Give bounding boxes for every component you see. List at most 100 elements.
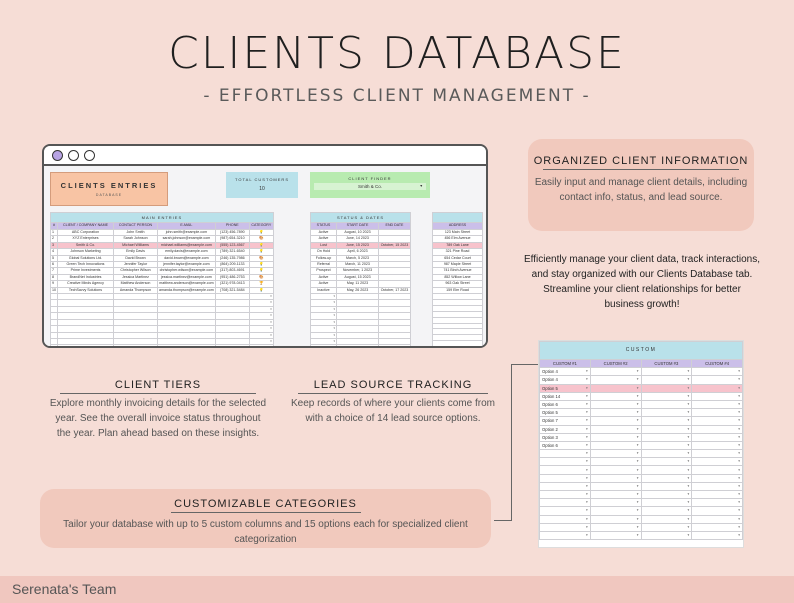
table-cell[interactable]: ▾ <box>589 506 642 516</box>
dropdown-arrow-icon[interactable]: ▾ <box>687 385 689 392</box>
table-cell[interactable]: ▾ <box>589 416 642 426</box>
table-cell[interactable]: ▾ <box>640 449 693 459</box>
window-dot-icon[interactable] <box>84 149 95 161</box>
table-cell[interactable]: ▾ <box>691 408 743 418</box>
dropdown-arrow-icon[interactable]: ▾ <box>637 467 639 474</box>
dropdown-arrow-icon[interactable]: ▾ <box>586 409 588 416</box>
table-cell[interactable]: ▾ <box>589 473 642 483</box>
table-cell[interactable]: Option 6 ▾ <box>539 399 591 410</box>
dropdown-arrow-icon[interactable]: ▾ <box>738 458 740 465</box>
table-cell[interactable]: ▾ <box>589 489 642 500</box>
table-row[interactable]: Option 14 ▾ ▾ ▾ ▾ <box>539 391 743 401</box>
dropdown-arrow-icon[interactable]: ▾ <box>586 426 588 433</box>
dropdown-arrow-icon[interactable]: ▾ <box>637 507 639 514</box>
table-cell[interactable]: ▾ <box>589 465 642 475</box>
table-row[interactable]: ▾ ▾ ▾ ▾ <box>539 449 743 459</box>
table-cell[interactable]: emily.davis@example.com <box>157 248 216 256</box>
table-cell[interactable]: ▾ <box>539 457 591 467</box>
table-cell[interactable]: ▾ <box>640 367 693 377</box>
dropdown-arrow-icon[interactable]: ▾ <box>687 499 689 506</box>
dropdown-arrow-icon[interactable]: ▾ <box>687 507 689 514</box>
dropdown-arrow-icon[interactable]: ▾ <box>586 368 588 375</box>
dropdown-arrow-icon[interactable]: ▾ <box>687 450 689 457</box>
dropdown-arrow-icon[interactable]: ▾ <box>637 491 639 498</box>
dropdown-arrow-icon[interactable]: ▾ <box>738 450 740 457</box>
table-cell[interactable]: October, 17 2023 <box>378 286 411 295</box>
dropdown-arrow-icon[interactable]: ▾ <box>586 475 588 482</box>
dropdown-arrow-icon[interactable]: ▾ <box>687 434 689 441</box>
table-cell[interactable]: ▾ <box>640 473 693 483</box>
dropdown-arrow-icon[interactable]: ▾ <box>637 401 639 408</box>
table-row[interactable]: ▾ ▾ ▾ ▾ <box>539 481 743 492</box>
table-cell[interactable]: (789) 321-6540 <box>214 248 250 256</box>
dropdown-arrow-icon[interactable]: ▾ <box>687 393 689 400</box>
dropdown-arrow-icon[interactable]: ▾ <box>687 516 689 523</box>
table-cell[interactable] <box>378 344 411 346</box>
table-cell[interactable]: ▾ <box>640 522 693 532</box>
table-row[interactable]: Option 5 ▾ ▾ ▾ ▾ <box>539 383 743 393</box>
table-cell[interactable]: ▾ <box>640 383 693 393</box>
dropdown-arrow-icon[interactable]: ▾ <box>738 532 740 539</box>
table-cell[interactable] <box>433 347 483 348</box>
table-row[interactable]: 7 Prime Investments Christopher Wilson chri… <box>50 267 274 275</box>
table-cell[interactable]: jessica.martinez@example.com <box>157 273 216 282</box>
table-cell[interactable]: ▾ <box>589 399 642 410</box>
dropdown-arrow-icon[interactable]: ▾ <box>637 458 639 465</box>
window-dot-icon[interactable] <box>52 149 63 161</box>
table-cell[interactable]: ▾ <box>640 465 693 475</box>
dropdown-arrow-icon[interactable]: ▾ <box>637 524 639 531</box>
table-cell[interactable]: jennifer.taylor@example.com <box>157 260 216 269</box>
window-dot-icon[interactable] <box>68 149 79 161</box>
table-cell[interactable]: Amanda Thompson <box>113 286 158 295</box>
table-cell[interactable]: ▾ <box>691 391 743 401</box>
dropdown-arrow-icon[interactable]: ▾ <box>687 417 689 424</box>
table-row[interactable]: Inactive May, 26 2023 October, 17 2023 <box>310 286 411 295</box>
dropdown-arrow-icon[interactable]: ▾ <box>637 376 639 383</box>
dropdown-arrow-icon[interactable]: ▾ <box>687 376 689 383</box>
table-cell[interactable]: ▾ <box>640 514 693 524</box>
table-cell[interactable]: Option 2 ▾ <box>539 424 591 434</box>
table-cell[interactable]: ▾ <box>691 530 743 541</box>
dropdown-arrow-icon[interactable]: ▾ <box>637 393 639 400</box>
table-cell[interactable]: ▾ <box>640 489 693 500</box>
table-row[interactable]: ▾ ▾ ▾ ▾ <box>539 457 743 467</box>
table-cell[interactable]: Option 3 ▾ <box>539 432 591 442</box>
dropdown-arrow-icon[interactable]: ▾ <box>586 393 588 400</box>
dropdown-arrow-icon[interactable]: ▾ <box>586 401 588 408</box>
dropdown-arrow-icon[interactable]: ▾ <box>586 467 588 474</box>
table-cell[interactable]: ▾ <box>640 391 693 401</box>
table-cell[interactable]: ▾ <box>589 383 642 393</box>
table-cell[interactable]: ▾ <box>640 416 693 426</box>
table-row[interactable]: 10 TechSavvy Solutions Amanda Thompson aman… <box>50 286 274 295</box>
dropdown-arrow-icon[interactable]: ▾ <box>738 376 740 383</box>
table-row[interactable]: ▾ <box>310 344 411 346</box>
table-cell[interactable] <box>50 344 58 346</box>
table-cell[interactable]: (317) 803-4691 <box>214 267 250 275</box>
table-cell[interactable]: ▾ <box>248 344 274 346</box>
table-cell[interactable]: (951) 486-2753 <box>214 273 250 282</box>
dropdown-arrow-icon[interactable]: ▾ <box>687 524 689 531</box>
table-cell[interactable]: ▾ <box>589 514 642 524</box>
dropdown-arrow-icon[interactable]: ▾ <box>637 483 639 490</box>
table-row[interactable]: 8 BrandNet Industries Jessica Martinez jess… <box>50 273 274 282</box>
table-cell[interactable]: (321) 978-0413 <box>214 280 250 288</box>
table-cell[interactable]: Option 4 ▾ <box>539 367 591 377</box>
dropdown-arrow-icon[interactable]: ▾ <box>586 491 588 498</box>
table-cell[interactable]: (555) 123-4567 <box>214 241 250 250</box>
dropdown-arrow-icon[interactable]: ▾ <box>738 516 740 523</box>
table-row[interactable]: 3 Smith & Co. Michael Williams michael.will… <box>50 241 274 250</box>
table-row[interactable]: Option 4 ▾ ▾ ▾ ▾ <box>539 375 743 385</box>
dropdown-arrow-icon[interactable]: ▾ <box>738 393 740 400</box>
table-cell[interactable]: (987) 654-3210 <box>214 235 250 243</box>
dropdown-arrow-icon[interactable]: ▾ <box>687 483 689 490</box>
table-cell[interactable]: ▾ <box>539 489 591 500</box>
table-cell[interactable]: ▾ <box>539 530 591 541</box>
table-cell[interactable]: (708) 321-5484 <box>214 286 250 295</box>
dropdown-arrow-icon[interactable]: ▾ <box>687 475 689 482</box>
table-cell[interactable]: john.smith@example.com <box>157 228 216 237</box>
table-cell[interactable]: ▾ <box>589 498 642 508</box>
table-cell[interactable]: Option 5 ▾ <box>539 408 591 418</box>
table-cell[interactable]: ▾ <box>539 506 591 516</box>
table-cell[interactable]: ▾ <box>691 514 743 524</box>
dropdown-arrow-icon[interactable]: ▾ <box>637 417 639 424</box>
